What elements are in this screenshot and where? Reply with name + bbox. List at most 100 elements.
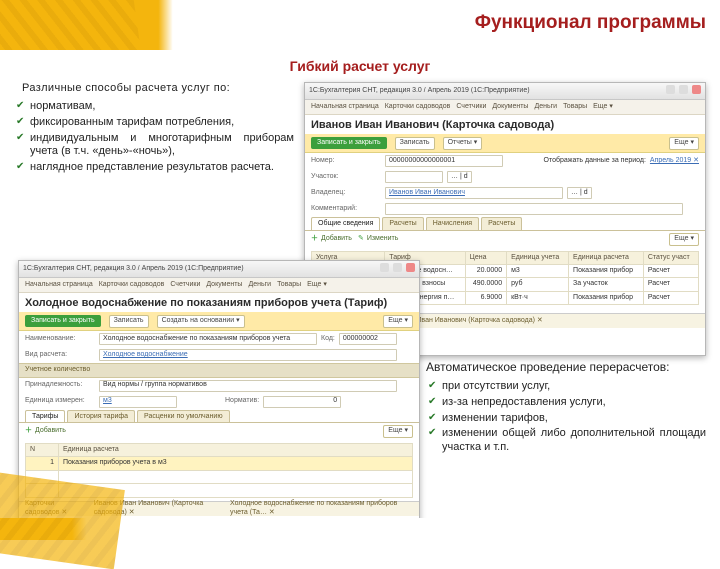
tab-general[interactable]: Общие сведения [311, 217, 380, 229]
grid-toolbar: ＋Добавить Еще ▾ [19, 423, 419, 440]
nav-item[interactable]: Документы [206, 281, 242, 289]
menu-bar[interactable]: Начальная страница Карточки садоводов Сч… [305, 100, 705, 115]
field-label: Норматив: [225, 397, 259, 405]
tab-charge[interactable]: Начисления [426, 217, 479, 229]
col-header[interactable]: Единица учета [507, 251, 569, 264]
close-icon[interactable] [692, 85, 701, 94]
col-header[interactable]: Цена [465, 251, 506, 264]
close-icon[interactable] [406, 263, 415, 272]
nav-item[interactable]: Документы [492, 103, 528, 111]
nav-item[interactable]: Счетчики [170, 281, 200, 289]
maximize-icon[interactable] [679, 85, 688, 94]
bullet-item: из-за непредоставления услуги, [432, 396, 706, 410]
number-input[interactable]: 00000000000000001 [385, 155, 503, 167]
unit-input[interactable]: м3 [99, 396, 177, 408]
nav-item[interactable]: Карточки садоводов [99, 281, 165, 289]
add-button[interactable]: ＋Добавить [311, 235, 352, 243]
nav-item[interactable]: Еще ▾ [307, 281, 327, 289]
comment-input[interactable] [385, 203, 683, 215]
bullet-column-bottom: Автоматическое проведение перерасчетов: … [426, 360, 706, 457]
col-header[interactable]: Статус участ [643, 251, 698, 264]
action-bar: Записать и закрыть Записать Отчеты ▾ Еще… [305, 134, 705, 153]
page-title: Функционал программы [475, 12, 706, 34]
nav-item[interactable]: Начальная страница [311, 103, 379, 111]
period-link[interactable]: Апрель 2019 ✕ [650, 157, 699, 165]
window-controls[interactable] [378, 263, 415, 275]
tab-calc[interactable]: Расчеты [382, 217, 423, 229]
owner-input[interactable]: Иванов Иван Иванович [385, 187, 563, 199]
field-label: Номер: [311, 157, 381, 165]
bullet-item: наглядное представление результатов расч… [20, 161, 294, 175]
col-header[interactable]: N [26, 443, 59, 456]
nav-item[interactable]: Товары [563, 103, 587, 111]
more-button[interactable]: Еще ▾ [669, 137, 699, 150]
pencil-icon: ✎ [358, 235, 364, 243]
bullet-item: изменении общей либо дополнительной площ… [432, 427, 706, 455]
table-row[interactable] [26, 470, 413, 483]
nav-item[interactable]: Счетчики [456, 103, 486, 111]
card-heading: Иванов Иван Иванович (Карточка садовода) [305, 115, 705, 134]
window-title: 1С:Бухгалтерия СНТ, редакция 3.0 / Апрел… [23, 265, 244, 273]
nav-item[interactable]: Еще ▾ [593, 103, 613, 111]
belongs-input[interactable]: Вид нормы / группа нормативов [99, 380, 397, 392]
tab-tariffs[interactable]: Тарифы [25, 410, 65, 422]
tab-calc2[interactable]: Расчеты [481, 217, 522, 229]
auto-title: Автоматическое проведение перерасчетов: [426, 360, 706, 374]
reports-button[interactable]: Отчеты ▾ [443, 137, 483, 150]
add-button[interactable]: ＋Добавить [25, 427, 66, 435]
bullet-item: изменении тарифов, [432, 412, 706, 426]
nav-item[interactable]: Начальная страница [25, 281, 93, 289]
table-row[interactable]: 1 Показания приборов учета в м3 [26, 457, 413, 470]
save-close-button[interactable]: Записать и закрыть [311, 137, 387, 149]
section-subtitle: Гибкий расчет услуг [0, 58, 720, 74]
nav-item[interactable]: Деньги [248, 281, 271, 289]
window-title: 1С:Бухгалтерия СНТ, редакция 3.0 / Апрел… [309, 87, 530, 95]
basis-button[interactable]: Создать на основании ▾ [157, 315, 245, 328]
nav-item[interactable]: Деньги [534, 103, 557, 111]
field-label: Наименование: [25, 335, 95, 343]
save-button[interactable]: Записать [109, 315, 149, 328]
status-tab[interactable]: Холодное водоснабжение по показаниям при… [230, 500, 413, 517]
col-header[interactable]: Единица расчета [569, 251, 644, 264]
bullet-list-top: нормативам, фиксированным тарифам потреб… [14, 100, 294, 175]
tab-default[interactable]: Расценки по умолчанию [137, 410, 230, 422]
field-label: Вид расчета: [25, 351, 95, 359]
code-input[interactable]: 000000002 [339, 333, 397, 345]
name-input[interactable]: Холодное водоснабжение по показаниям при… [99, 333, 317, 345]
more-button[interactable]: Еще ▾ [383, 425, 413, 438]
maximize-icon[interactable] [393, 263, 402, 272]
window-titlebar[interactable]: 1С:Бухгалтерия СНТ, редакция 3.0 / Апрел… [19, 261, 419, 278]
minimize-icon[interactable] [666, 85, 675, 94]
nav-item[interactable]: Товары [277, 281, 301, 289]
tab-history[interactable]: История тарифа [67, 410, 135, 422]
col-header[interactable]: Единица расчета [59, 443, 413, 456]
save-button[interactable]: Записать [395, 137, 435, 150]
section-label: Учетное количество [19, 363, 419, 377]
footer-stripe [0, 518, 720, 540]
more-button[interactable]: Еще ▾ [383, 315, 413, 328]
field-label: Участок: [311, 173, 381, 181]
bullet-column-top: нормативам, фиксированным тарифам потреб… [14, 100, 294, 177]
window-controls[interactable] [664, 85, 701, 97]
field-label: Комментарий: [311, 205, 381, 213]
lookup-button[interactable]: … | d [447, 171, 472, 183]
tab-strip: Общие сведения Расчеты Начисления Расчет… [305, 217, 705, 230]
grid-toolbar: ＋Добавить ✎Изменить Еще ▾ [305, 231, 705, 248]
action-bar: Записать и закрыть Записать Создать на о… [19, 312, 419, 331]
tab-strip: Тарифы История тарифа Расценки по умолча… [19, 410, 419, 423]
more-button[interactable]: Еще ▾ [669, 233, 699, 246]
window-titlebar[interactable]: 1С:Бухгалтерия СНТ, редакция 3.0 / Апрел… [305, 83, 705, 100]
plot-input[interactable] [385, 171, 443, 183]
minimize-icon[interactable] [380, 263, 389, 272]
bullet-item: при отсутствии услуг, [432, 380, 706, 394]
lookup-button[interactable]: … | d [567, 187, 592, 199]
kind-input[interactable]: Холодное водоснабжение [99, 349, 397, 361]
bullet-item: нормативам, [20, 100, 294, 114]
save-close-button[interactable]: Записать и закрыть [25, 315, 101, 327]
edit-button[interactable]: ✎Изменить [358, 235, 398, 243]
norm-input[interactable]: 0 [263, 396, 341, 408]
nav-item[interactable]: Карточки садоводов [385, 103, 451, 111]
field-label: Единица измерен: [25, 397, 95, 405]
menu-bar[interactable]: Начальная страница Карточки садоводов Сч… [19, 278, 419, 293]
field-label: Принадлежность: [25, 381, 95, 389]
